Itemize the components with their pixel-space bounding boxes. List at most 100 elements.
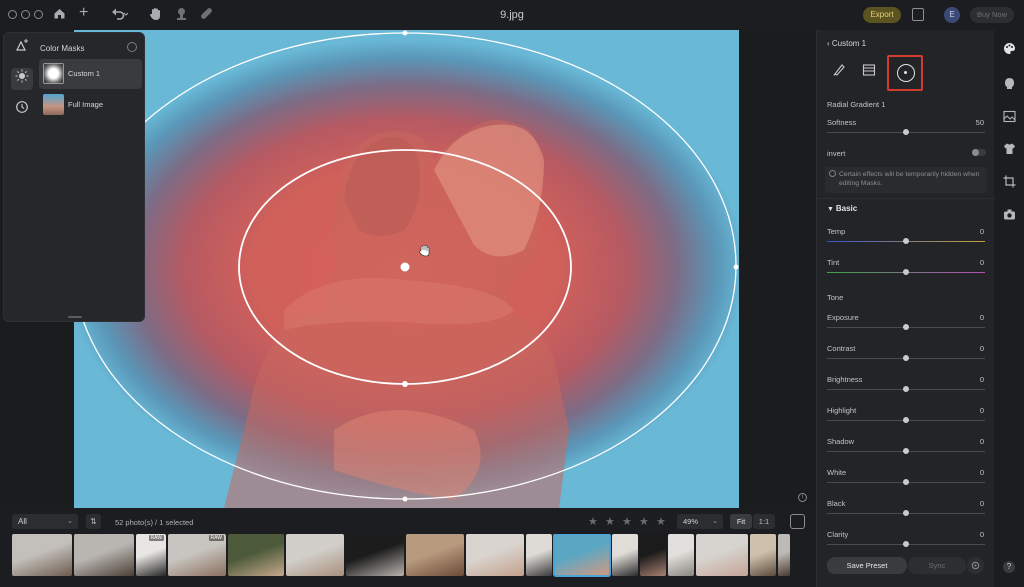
- black-slider[interactable]: [827, 510, 985, 516]
- clothing-icon[interactable]: [1003, 142, 1016, 155]
- info-icon[interactable]: i: [798, 493, 807, 502]
- filmstrip-thumbnail[interactable]: [750, 534, 776, 576]
- slider-value: 0: [979, 375, 984, 384]
- palette-icon[interactable]: [1003, 42, 1016, 55]
- filmstrip-thumbnail[interactable]: [696, 534, 748, 576]
- back-to-masks-button[interactable]: ‹ Custom 1: [827, 39, 866, 48]
- slider-knob[interactable]: [903, 238, 909, 244]
- filmstrip-thumbnail[interactable]: [346, 534, 404, 576]
- outer-bottom-handle[interactable]: [402, 496, 408, 502]
- fit-button[interactable]: Fit: [730, 514, 752, 529]
- exposure-slider[interactable]: [827, 324, 985, 330]
- one-to-one-button[interactable]: 1:1: [753, 514, 775, 529]
- share-icon[interactable]: [912, 8, 924, 21]
- filmstrip-thumbnail[interactable]: RAW: [168, 534, 226, 576]
- filter-dropdown[interactable]: All ⌄: [12, 514, 78, 529]
- filmstrip-thumbnail[interactable]: [466, 534, 524, 576]
- highlight-slider[interactable]: [827, 417, 985, 423]
- white-slider[interactable]: [827, 479, 985, 485]
- history-icon[interactable]: [11, 99, 33, 121]
- mask-item-full-image[interactable]: Full Image: [39, 90, 142, 120]
- contrast-slider[interactable]: [827, 355, 985, 361]
- mask-thumbnail: [43, 63, 64, 84]
- save-preset-button[interactable]: Save Preset: [827, 557, 907, 574]
- slider-knob[interactable]: [903, 479, 909, 485]
- slider-knob[interactable]: [903, 417, 909, 423]
- slider-label: Shadow: [827, 437, 855, 446]
- background-icon[interactable]: [1003, 110, 1016, 123]
- outer-top-handle[interactable]: [402, 30, 408, 36]
- filmstrip-thumbnail[interactable]: RAW: [136, 534, 166, 576]
- outer-right-handle[interactable]: [733, 264, 739, 270]
- softness-slider[interactable]: [827, 129, 985, 135]
- zoom-dropdown[interactable]: 49% ⌄: [677, 514, 723, 529]
- mask-thumbnail: [43, 94, 64, 115]
- chevron-down-icon: ⌄: [67, 518, 73, 525]
- rating-star-icon[interactable]: ★: [639, 515, 649, 528]
- temp-slider[interactable]: [827, 238, 985, 244]
- compare-view-icon[interactable]: [790, 514, 805, 529]
- help-icon[interactable]: ?: [1003, 561, 1015, 573]
- filmstrip-thumbnail[interactable]: [778, 534, 790, 576]
- export-button[interactable]: Export: [863, 7, 901, 23]
- slider-knob[interactable]: [903, 448, 909, 454]
- brush-icon[interactable]: [828, 62, 850, 84]
- zoom-value: 49%: [683, 517, 699, 526]
- face-icon[interactable]: [1003, 77, 1016, 90]
- mask-item-custom-1[interactable]: Custom 1: [39, 59, 142, 89]
- adjust-mask-tool-icon[interactable]: [11, 68, 33, 90]
- invert-toggle[interactable]: [972, 149, 986, 156]
- slider-knob[interactable]: [903, 324, 909, 330]
- rating-star-icon[interactable]: ★: [605, 515, 615, 528]
- filmstrip-thumbnail[interactable]: [668, 534, 694, 576]
- crop-icon[interactable]: [1003, 175, 1016, 188]
- filmstrip-toolbar: All ⌄ ⇅ 52 photo(s) / 1 selected ★ ★ ★ ★ …: [0, 508, 815, 534]
- slider-label: Tint: [827, 258, 840, 267]
- clarity-slider[interactable]: [827, 541, 985, 547]
- slider-value: 0: [979, 499, 984, 508]
- side-toolbar: [995, 30, 1024, 587]
- rating-star-icon[interactable]: ★: [622, 515, 632, 528]
- slider-knob[interactable]: [903, 269, 909, 275]
- sync-settings-button[interactable]: [967, 557, 984, 574]
- slider-knob[interactable]: [903, 386, 909, 392]
- rating-star-icon[interactable]: ★: [656, 515, 666, 528]
- rating-star-icon[interactable]: ★: [588, 515, 598, 528]
- center-handle[interactable]: [400, 262, 410, 272]
- slider-knob[interactable]: [903, 129, 909, 135]
- filmstrip-thumbnail[interactable]: [640, 534, 666, 576]
- buy-now-button[interactable]: Buy Now: [970, 7, 1014, 23]
- add-mask-button[interactable]: [127, 42, 137, 52]
- filmstrip-thumbnail[interactable]: [612, 534, 638, 576]
- filmstrip[interactable]: RAW RAW: [0, 534, 815, 580]
- filmstrip-thumbnail[interactable]: [74, 534, 134, 576]
- panel-resize-handle[interactable]: [68, 316, 82, 318]
- avatar[interactable]: E: [944, 7, 960, 23]
- basic-section-toggle[interactable]: ▼ Basic: [827, 204, 857, 213]
- brightness-slider[interactable]: [827, 386, 985, 392]
- radial-gradient-tool-button[interactable]: [887, 55, 923, 91]
- slider-knob[interactable]: [903, 355, 909, 361]
- sort-button[interactable]: ⇅: [86, 514, 101, 529]
- inner-bottom-handle[interactable]: [402, 381, 408, 387]
- slider-knob[interactable]: [903, 510, 909, 516]
- slider-knob[interactable]: [903, 541, 909, 547]
- filmstrip-thumbnail[interactable]: [228, 534, 284, 576]
- filmstrip-thumbnail[interactable]: [286, 534, 344, 576]
- chevron-down-icon: ⌄: [712, 518, 718, 525]
- filmstrip-thumbnail[interactable]: [406, 534, 464, 576]
- adjustments-panel: ‹ Custom 1 Radial Gradient 1 Softness 50…: [816, 30, 995, 587]
- back-label: Custom 1: [831, 39, 867, 48]
- add-mask-tool-icon[interactable]: [11, 37, 33, 59]
- slider-value: 0: [979, 313, 984, 322]
- raw-badge: RAW: [148, 535, 164, 541]
- filmstrip-thumbnail[interactable]: [12, 534, 72, 576]
- mask-notice: Certain effects will be temporarily hidd…: [825, 167, 987, 193]
- camera-icon[interactable]: [1003, 208, 1016, 221]
- shadow-slider[interactable]: [827, 448, 985, 454]
- filmstrip-thumbnail[interactable]: [553, 534, 611, 577]
- tint-slider[interactable]: [827, 269, 985, 275]
- sync-button[interactable]: Sync: [908, 557, 966, 574]
- linear-gradient-icon[interactable]: [858, 62, 880, 84]
- filmstrip-thumbnail[interactable]: [526, 534, 552, 576]
